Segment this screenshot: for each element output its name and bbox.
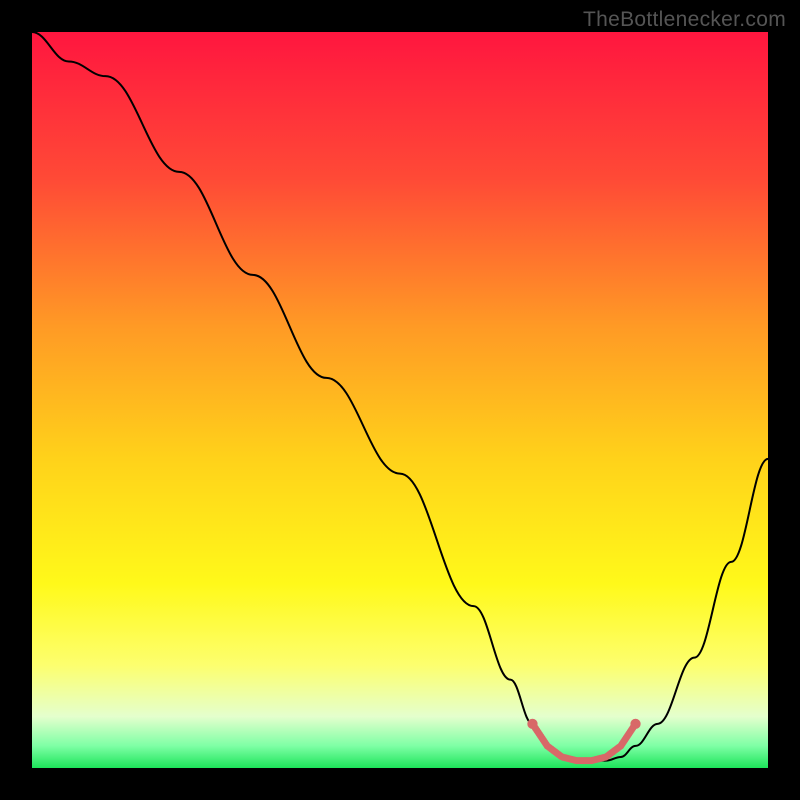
watermark-text: TheBottlenecker.com xyxy=(583,8,786,32)
chart-container: TheBottlenecker.com xyxy=(0,0,800,800)
bottleneck-curve xyxy=(32,32,768,768)
plot-area xyxy=(32,32,768,768)
